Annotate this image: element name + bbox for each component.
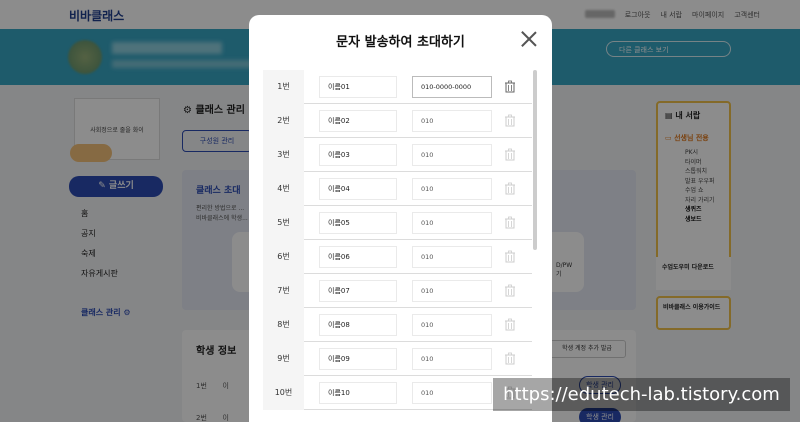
invite-row: 5번 이름05 010 <box>263 205 532 240</box>
trash-icon[interactable] <box>504 182 516 195</box>
row-number: 8번 <box>263 307 304 342</box>
invite-row: 8번 이름08 010 <box>263 307 532 342</box>
trash-icon[interactable] <box>504 114 516 127</box>
row-number: 5번 <box>263 205 304 240</box>
phone-number-input[interactable]: 010 <box>412 279 492 302</box>
student-name-input[interactable]: 이름05 <box>319 211 397 234</box>
student-invite-list: 1번 이름01 010-0000-0000 2번 이름02 010 3번 이름03 010 4번 이… <box>263 69 532 413</box>
phone-number-input[interactable]: 010 <box>412 177 492 200</box>
trash-icon[interactable] <box>504 250 516 263</box>
student-name-input[interactable]: 이름03 <box>319 143 397 166</box>
sms-invite-modal: 문자 발송하여 초대하기 1번 이름01 010-0000-0000 2번 이름02 01… <box>249 15 552 422</box>
modal-title: 문자 발송하여 초대하기 <box>336 35 465 50</box>
phone-number-input[interactable]: 010 <box>412 381 492 404</box>
row-number: 2번 <box>263 103 304 138</box>
invite-row: 9번 이름09 010 <box>263 341 532 376</box>
student-name-input[interactable]: 이름02 <box>319 109 397 132</box>
phone-number-input[interactable]: 010-0000-0000 <box>412 75 492 98</box>
trash-icon[interactable] <box>504 216 516 229</box>
row-number: 6번 <box>263 239 304 274</box>
phone-number-input[interactable]: 010 <box>412 347 492 370</box>
invite-row: 6번 이름06 010 <box>263 239 532 274</box>
trash-icon[interactable] <box>504 80 516 93</box>
student-name-input[interactable]: 이름01 <box>319 75 397 98</box>
phone-number-input[interactable]: 010 <box>412 109 492 132</box>
close-icon[interactable] <box>521 31 537 47</box>
list-scrollbar[interactable] <box>533 70 537 250</box>
row-number: 3번 <box>263 137 304 172</box>
trash-icon[interactable] <box>504 352 516 365</box>
phone-number-input[interactable]: 010 <box>412 245 492 268</box>
trash-icon[interactable] <box>504 284 516 297</box>
invite-row: 3번 이름03 010 <box>263 137 532 172</box>
student-name-input[interactable]: 이름09 <box>319 347 397 370</box>
watermark: https://edutech-lab.tistory.com <box>493 378 790 411</box>
invite-row: 7번 이름07 010 <box>263 273 532 308</box>
invite-row: 1번 이름01 010-0000-0000 <box>263 69 532 104</box>
trash-icon[interactable] <box>504 148 516 161</box>
invite-row: 10번 이름10 010 <box>263 375 532 410</box>
trash-icon[interactable] <box>504 318 516 331</box>
student-name-input[interactable]: 이름10 <box>319 381 397 404</box>
phone-number-input[interactable]: 010 <box>412 143 492 166</box>
row-number: 4번 <box>263 171 304 206</box>
phone-number-input[interactable]: 010 <box>412 313 492 336</box>
row-number: 9번 <box>263 341 304 376</box>
row-number: 7번 <box>263 273 304 308</box>
student-name-input[interactable]: 이름08 <box>319 313 397 336</box>
row-number: 1번 <box>263 69 304 104</box>
phone-number-input[interactable]: 010 <box>412 211 492 234</box>
invite-row: 4번 이름04 010 <box>263 171 532 206</box>
invite-row: 2번 이름02 010 <box>263 103 532 138</box>
student-name-input[interactable]: 이름07 <box>319 279 397 302</box>
student-name-input[interactable]: 이름06 <box>319 245 397 268</box>
student-name-input[interactable]: 이름04 <box>319 177 397 200</box>
row-number: 10번 <box>263 375 304 410</box>
